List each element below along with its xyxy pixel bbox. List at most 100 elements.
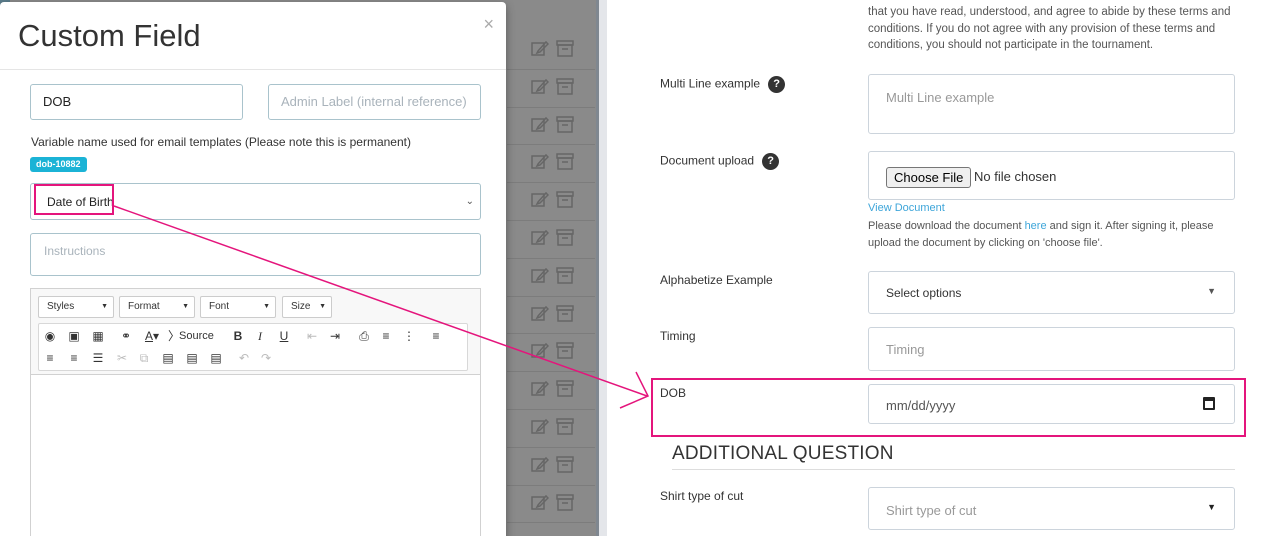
doc-note-line: Please download the document here and si…: [868, 218, 1238, 235]
spellcheck-icon[interactable]: ◉: [41, 327, 59, 345]
terms-line: conditions. If you do not agree with any…: [868, 22, 1216, 35]
alphabetize-label: Alphabetize Example: [660, 273, 773, 287]
styles-dropdown[interactable]: Styles ▼: [38, 296, 114, 318]
timing-placeholder: Timing: [886, 342, 925, 357]
timing-input[interactable]: Timing: [868, 327, 1235, 371]
link-icon[interactable]: ⚭: [117, 327, 135, 345]
numbered-list-icon[interactable]: ≡: [377, 327, 395, 345]
background-row: [507, 297, 595, 335]
paste-icon[interactable]: ▤: [159, 349, 177, 367]
doc-note-text: Please download the document: [868, 220, 1025, 232]
terms-line: that you have read, understood, and agre…: [868, 6, 1231, 18]
text-color-icon[interactable]: A▾: [143, 327, 161, 345]
shirt-label: Shirt type of cut: [660, 489, 744, 503]
background-row: [507, 183, 595, 221]
copy-icon[interactable]: ⧉: [135, 349, 153, 367]
editor-content-area[interactable]: [31, 375, 480, 536]
align-center-icon[interactable]: ≡: [41, 349, 59, 367]
custom-field-modal: Custom Field × DOB Admin Label (internal…: [0, 2, 506, 536]
paste-word-icon[interactable]: ▤: [207, 349, 225, 367]
background-row: [507, 108, 595, 146]
print-icon[interactable]: ⎙: [355, 327, 373, 345]
background-row-list: [507, 32, 595, 524]
doc-upload-label: Document upload: [660, 153, 755, 168]
help-icon[interactable]: ?: [768, 76, 786, 93]
align-left-icon[interactable]: ≡: [427, 327, 445, 345]
format-dropdown-label: Format: [128, 301, 160, 312]
field-label-input[interactable]: DOB: [30, 84, 243, 120]
multiline-label: Multi Line example: [660, 76, 761, 91]
alphabetize-select[interactable]: Select options ▼: [868, 271, 1235, 314]
archive-icon: [556, 380, 574, 397]
outdent-icon[interactable]: ⇤: [303, 327, 321, 345]
styles-dropdown-label: Styles: [47, 301, 75, 312]
edit-icon: [531, 456, 549, 473]
registration-form-preview: that you have read, understood, and agre…: [607, 0, 1280, 536]
italic-icon[interactable]: I: [251, 327, 269, 345]
doc-note-text: and sign it. After signing it, please: [1046, 220, 1214, 232]
admin-label-input[interactable]: Admin Label (internal reference): [268, 84, 481, 120]
rich-text-editor: Styles ▼ Format ▼ Font ▼ Size ▼ ◉ ▣ ▦ ⚭ A▾ 〉…: [30, 288, 481, 536]
background-row: [507, 410, 595, 448]
edit-icon: [531, 494, 549, 511]
archive-icon: [556, 493, 574, 511]
choose-file-button[interactable]: Choose File: [886, 167, 972, 188]
instructions-input[interactable]: Instructions: [30, 233, 481, 276]
dropdown-arrow-icon: ▼: [101, 303, 108, 310]
edit-icon: [531, 78, 549, 95]
bold-icon[interactable]: B: [229, 327, 247, 345]
align-right-icon[interactable]: ≡: [65, 349, 83, 367]
pane-divider: [596, 0, 607, 536]
background-row: [507, 486, 595, 524]
archive-icon: [556, 456, 574, 473]
download-here-link[interactable]: here: [1025, 220, 1047, 232]
document-instructions: Please download the document here and si…: [868, 218, 1238, 251]
edit-icon: [531, 153, 549, 170]
variable-name-note: Variable name used for email templates (…: [31, 135, 411, 149]
editor-button-group: ◉ ▣ ▦ ⚭ A▾ 〉 Source B I U ⇤ ⇥ ⎙ ≡ ⋮ ≡ ≡ …: [38, 323, 468, 371]
view-document-link[interactable]: View Document: [868, 202, 945, 214]
background-row: [507, 259, 595, 297]
edit-icon: [531, 305, 549, 322]
highlight-box-dob: [651, 378, 1246, 437]
source-button[interactable]: Source: [179, 327, 214, 345]
archive-icon: [556, 342, 574, 360]
highlight-box-select: [34, 184, 114, 215]
background-row: [507, 334, 595, 373]
edit-icon: [531, 40, 549, 57]
background-row: [507, 70, 595, 108]
table-icon[interactable]: ▦: [89, 327, 107, 345]
undo-icon[interactable]: ↶: [235, 349, 253, 367]
justify-icon[interactable]: ☰: [89, 349, 107, 367]
archive-icon: [556, 153, 574, 171]
bullet-list-icon[interactable]: ⋮: [400, 327, 418, 345]
help-icon[interactable]: ?: [762, 153, 780, 170]
archive-icon: [556, 40, 574, 57]
size-dropdown[interactable]: Size ▼: [282, 296, 332, 318]
redo-icon[interactable]: ↷: [257, 349, 275, 367]
background-row: [507, 221, 595, 259]
font-dropdown-label: Font: [209, 301, 230, 312]
caret-down-icon: ▼: [1207, 286, 1216, 296]
paste-text-icon[interactable]: ▤: [183, 349, 201, 367]
edit-icon: [531, 191, 549, 208]
modal-header: Custom Field ×: [0, 2, 506, 70]
dropdown-arrow-icon: ▼: [319, 303, 326, 310]
underline-icon[interactable]: U: [275, 327, 293, 345]
terms-text: that you have read, understood, and agre…: [868, 4, 1238, 54]
section-divider: [672, 469, 1235, 470]
chevron-down-icon: ⌄: [465, 196, 474, 207]
edit-icon: [531, 342, 549, 359]
font-dropdown[interactable]: Font ▼: [200, 296, 276, 318]
indent-icon[interactable]: ⇥: [326, 327, 344, 345]
shirt-select[interactable]: Shirt type of cut ▼: [868, 487, 1235, 530]
timing-label: Timing: [660, 329, 696, 343]
multiline-placeholder: Multi Line example: [886, 90, 995, 105]
image-icon[interactable]: ▣: [65, 327, 83, 345]
multiline-textarea[interactable]: Multi Line example: [868, 74, 1235, 134]
edit-icon: [531, 229, 549, 246]
terms-line: conditions, you should not participate i…: [868, 39, 1154, 51]
cut-icon[interactable]: ✂: [113, 349, 131, 367]
format-dropdown[interactable]: Format ▼: [119, 296, 195, 318]
close-icon[interactable]: ×: [483, 14, 494, 35]
